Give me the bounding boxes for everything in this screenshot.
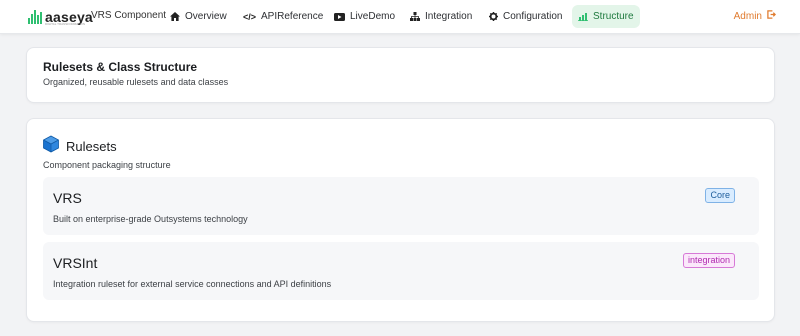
nav-overview[interactable]: Overview [164,5,233,28]
page-header-card: Rulesets & Class Structure Organized, re… [26,47,775,103]
rulesets-header: Rulesets [42,135,117,158]
ruleset-name: VRSInt [53,255,98,271]
nav-overview-label: Overview [185,11,227,22]
ruleset-description: Built on enterprise-grade Outsystems tec… [53,214,248,224]
nav-livedemo[interactable]: LiveDemo [328,5,401,28]
home-icon [170,12,180,21]
gear-icon [489,12,498,21]
logo-bars-icon [28,10,42,24]
page-subtitle: Organized, reusable rulesets and data cl… [43,77,229,87]
ruleset-name: VRS [53,190,82,206]
brand-title: VRS Component [91,10,167,21]
integration-badge: integration [682,253,735,268]
nav-livedemo-label: LiveDemo [350,11,396,22]
sitemap-icon [410,12,420,21]
page-title: Rulesets & Class Structure [43,60,198,74]
nav-integration[interactable]: Integration [404,5,478,28]
rulesets-card: Rulesets Component packaging structure V… [26,118,775,322]
nav-apireference-label: APIReference [261,11,324,22]
nav-structure-label: Structure [593,11,634,22]
admin-label: Admin [733,10,762,22]
top-navbar: aaseya DIGITAL TRANSFORMATION VRS Compon… [0,0,800,34]
nav-apireference[interactable]: </> APIReference [237,5,329,28]
play-icon [334,12,345,21]
nav-configuration-label: Configuration [503,11,563,22]
chart-icon [578,12,588,21]
cube-icon [42,135,60,158]
nav-structure[interactable]: Structure [572,5,640,28]
admin-logout[interactable]: Admin [734,10,776,22]
ruleset-description: Integration ruleset for external service… [53,279,332,289]
core-badge: Core [705,188,735,203]
rulesets-subtitle: Component packaging structure [43,160,171,170]
logout-icon [767,10,776,22]
aaseya-logo[interactable]: aaseya DIGITAL TRANSFORMATION [28,7,93,27]
ruleset-vrsint[interactable]: VRSInt Integration ruleset for external … [43,242,759,300]
nav-configuration[interactable]: Configuration [483,5,568,28]
ruleset-vrs[interactable]: VRS Built on enterprise-grade Outsystems… [43,177,759,235]
nav-integration-label: Integration [425,11,473,22]
code-icon: </> [243,11,257,22]
rulesets-title: Rulesets [66,139,117,154]
logo-tagline: DIGITAL TRANSFORMATION [45,22,86,26]
